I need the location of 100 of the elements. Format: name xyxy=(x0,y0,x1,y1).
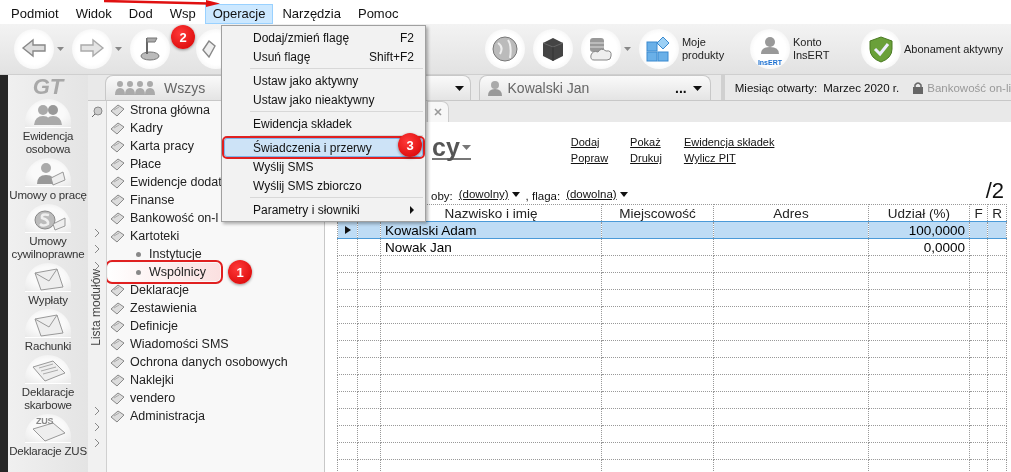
caret-icon xyxy=(454,85,464,91)
table-cell: Nowak Jan xyxy=(380,238,602,256)
module-icon xyxy=(110,157,125,171)
menu-item[interactable]: Wyślij SMS xyxy=(224,157,423,176)
module-item[interactable]: Deklaracje xyxy=(107,281,192,299)
action-link[interactable]: Pokaż xyxy=(630,134,662,150)
caret-icon xyxy=(623,47,631,51)
filter-label: oby: xyxy=(431,190,453,202)
person-icon xyxy=(487,80,502,96)
module-item[interactable]: Bankowość on-l xyxy=(107,209,221,227)
module-item[interactable]: Strona główna xyxy=(107,101,212,119)
action-link[interactable]: Ewidencja składek xyxy=(683,134,775,150)
shield-button[interactable]: Abonament aktywny xyxy=(860,29,1003,69)
caret-icon xyxy=(511,191,520,197)
tab-dropdown-button[interactable] xyxy=(425,75,471,100)
forward-button[interactable] xyxy=(72,29,122,69)
close-tab-button[interactable] xyxy=(427,101,449,122)
module-item[interactable]: Finanse xyxy=(107,191,177,209)
column-header[interactable]: Miejscowość xyxy=(601,204,714,222)
module-item[interactable]: Instytucje xyxy=(108,245,204,263)
table-cell: 100,0000 xyxy=(868,221,970,239)
page-counter: /2 xyxy=(985,180,1004,202)
module-icon xyxy=(110,319,125,333)
module-item[interactable]: Kadry xyxy=(107,119,165,137)
column-header[interactable]: Udział (%) xyxy=(868,204,970,222)
flag-button[interactable] xyxy=(130,29,170,69)
module-icon xyxy=(110,103,125,117)
back-button[interactable] xyxy=(14,29,64,69)
filter-dropdown[interactable]: (dowolna) xyxy=(566,186,628,202)
nav-item[interactable]: Rachunki xyxy=(8,309,88,353)
nav-item[interactable]: ZUS Deklaracje ZUS xyxy=(8,414,88,458)
menu-item[interactable]: Podmiot xyxy=(3,4,67,24)
bullet-icon xyxy=(136,251,141,257)
bullet-icon xyxy=(136,269,141,275)
menu-item[interactable]: Ewidencja składek xyxy=(224,114,423,133)
module-item[interactable]: Definicje xyxy=(107,317,180,335)
menu-item[interactable]: Ustaw jako aktywny xyxy=(224,71,423,90)
menu-item[interactable]: Ustaw jako nieaktywny xyxy=(224,90,423,109)
logo: GT xyxy=(32,75,64,99)
menu-item[interactable]: Pomoc xyxy=(349,4,407,24)
shortcut-label: F2 xyxy=(400,30,414,45)
action-link[interactable]: Wylicz PIT xyxy=(683,150,775,166)
module-item[interactable]: Ochrona danych osobowych xyxy=(107,353,290,371)
module-item[interactable]: Naklejki xyxy=(107,371,176,389)
row-pointer-icon xyxy=(344,226,351,234)
people-icon xyxy=(114,80,158,96)
view-title[interactable]: cy xyxy=(432,136,471,160)
module-icon xyxy=(110,391,125,405)
close-icon xyxy=(434,108,442,116)
nav-item[interactable]: Wypłaty xyxy=(8,263,88,307)
caret-icon xyxy=(115,47,122,51)
module-item[interactable]: Kartoteki xyxy=(107,227,182,245)
module-item[interactable]: Administracja xyxy=(107,407,208,425)
caret-icon xyxy=(57,47,64,51)
action-link[interactable]: Popraw xyxy=(570,150,609,166)
globe-button[interactable] xyxy=(484,29,525,69)
menu-item[interactable]: Dodaj/zmień flagę F2 xyxy=(224,28,423,47)
module-icon xyxy=(110,301,125,315)
module-icon xyxy=(110,193,125,207)
caret-icon xyxy=(619,191,628,197)
panel-title: Lista modułów xyxy=(89,269,103,346)
module-icon xyxy=(110,121,125,135)
cloud-button[interactable] xyxy=(580,29,631,69)
menu-item[interactable]: Widok xyxy=(67,4,120,24)
table-cell: 0,0000 xyxy=(868,238,970,256)
filter-dropdown[interactable]: (dowolny) xyxy=(458,186,520,202)
menu-item[interactable]: Narzędzia xyxy=(274,4,349,24)
cube-button[interactable] xyxy=(532,29,573,69)
nav-item[interactable]: Umowy cywilnoprawne xyxy=(8,204,88,261)
caret-icon xyxy=(692,85,702,91)
menu-item[interactable]: Dod xyxy=(120,4,161,24)
shortcut-label: Shift+F2 xyxy=(368,49,414,64)
context-tab[interactable]: Wszys xyxy=(105,75,221,100)
module-item[interactable]: Zestawienia xyxy=(107,299,199,317)
tiles-button[interactable]: Moje produkty xyxy=(638,29,742,69)
module-item[interactable]: Płace xyxy=(107,155,164,173)
module-icon xyxy=(110,139,125,153)
module-item[interactable]: vendero xyxy=(107,389,178,407)
action-link[interactable]: Dodaj xyxy=(570,134,609,150)
menu-item[interactable]: Usuń flagę Shift+F2 xyxy=(224,47,423,66)
nav-item[interactable]: Umowy o pracę xyxy=(8,158,88,202)
nav-item[interactable]: Deklaracje skarbowe xyxy=(8,355,88,412)
context-tab[interactable]: Kowalski Jan ... xyxy=(478,75,711,100)
menu-item[interactable]: Operacje xyxy=(204,4,274,24)
action-link[interactable]: Drukuj xyxy=(630,150,662,166)
column-header[interactable]: Adres xyxy=(713,204,869,222)
module-item[interactable]: Karta pracy xyxy=(107,137,196,155)
module-icon xyxy=(110,337,125,351)
module-item[interactable]: Wspólnicy xyxy=(108,263,220,281)
nav-item[interactable]: Ewidencja osobowa xyxy=(8,99,88,156)
filter-label: , flaga: xyxy=(525,190,561,202)
table-row[interactable]: Nowak Jan 0,0000 xyxy=(337,238,1007,256)
menu-item[interactable]: Wsp xyxy=(161,4,204,24)
lock-icon xyxy=(913,81,924,94)
module-item[interactable]: Ewidencje dodat xyxy=(107,173,224,191)
table-row[interactable]: Kowalski Adam 100,0000 xyxy=(337,221,1007,239)
menu-item[interactable]: Wyślij SMS zbiorczo xyxy=(224,176,423,195)
submenu-arrow-icon xyxy=(410,205,414,214)
module-item[interactable]: Wiadomości SMS xyxy=(107,335,231,353)
month-value: Marzec 2020 r. xyxy=(823,81,900,94)
